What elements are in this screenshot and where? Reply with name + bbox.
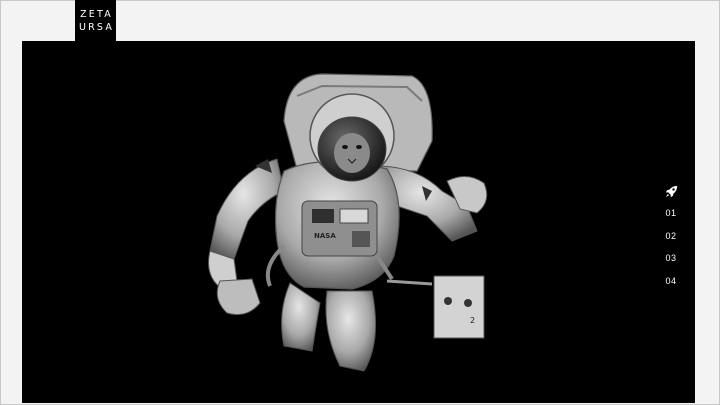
nav-item-04[interactable]: 04 bbox=[659, 270, 683, 293]
svg-text:2: 2 bbox=[470, 316, 475, 325]
brand-logo[interactable]: ZETA URSA bbox=[75, 0, 116, 41]
nav-item-03[interactable]: 03 bbox=[659, 247, 683, 270]
nav-item-02[interactable]: 02 bbox=[659, 225, 683, 248]
brand-line-1: ZETA bbox=[80, 8, 113, 20]
rocket-icon[interactable] bbox=[665, 180, 678, 202]
brand-line-2: URSA bbox=[78, 21, 115, 33]
hero-stage: NASA 2 01 02 03 04 bbox=[22, 41, 695, 403]
nav-item-01[interactable]: 01 bbox=[659, 202, 683, 225]
nasa-label: NASA bbox=[314, 232, 336, 240]
section-nav: 01 02 03 04 bbox=[659, 180, 683, 292]
astronaut-image: NASA 2 bbox=[208, 73, 488, 372]
